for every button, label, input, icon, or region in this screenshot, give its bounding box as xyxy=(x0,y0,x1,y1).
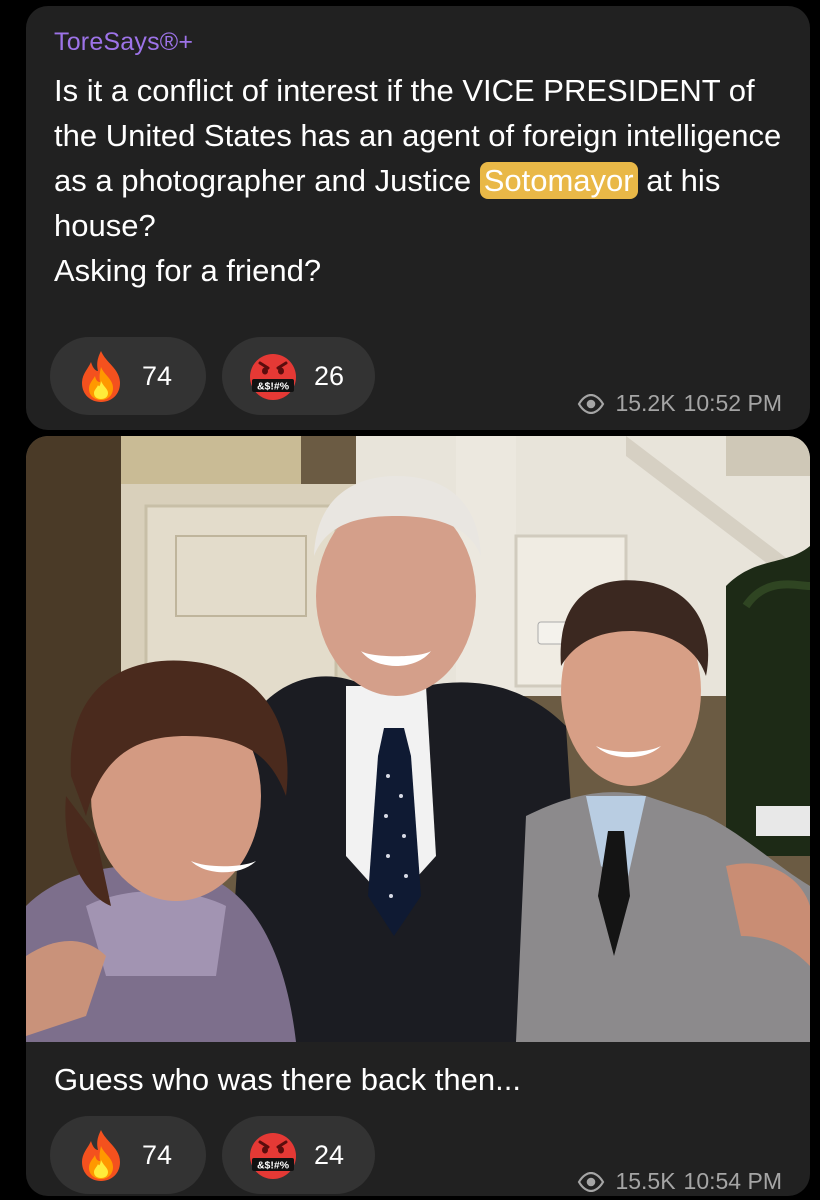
reaction-cursing-face[interactable]: 24 xyxy=(222,1116,375,1194)
fire-icon xyxy=(76,1128,126,1182)
eye-icon xyxy=(577,1172,605,1192)
reaction-count: 74 xyxy=(142,1139,173,1170)
reaction-fire[interactable]: 74 xyxy=(50,337,206,415)
photo-image xyxy=(26,436,810,1042)
reaction-count: 24 xyxy=(314,1139,345,1170)
reaction-cursing-face[interactable]: 26 xyxy=(222,337,375,415)
view-count: 15.2K xyxy=(615,390,676,416)
cursing-face-icon xyxy=(248,1128,298,1182)
channel-author-name[interactable]: ToreSays®+ xyxy=(54,28,193,57)
photo-caption: Guess who was there back then... xyxy=(54,1062,521,1097)
message-photo[interactable] xyxy=(26,436,810,1042)
reaction-count: 74 xyxy=(142,360,173,391)
cursing-face-icon xyxy=(248,349,298,403)
reaction-count: 26 xyxy=(314,360,345,391)
message-text-part-3: Asking for a friend? xyxy=(54,253,322,288)
message-time: 10:54 PM xyxy=(683,1168,782,1194)
view-count: 15.5K xyxy=(615,1168,676,1194)
message-text: Is it a conflict of interest if the VICE… xyxy=(54,68,794,293)
eye-icon xyxy=(577,394,605,414)
message-meta: 15.2K 10:52 PM xyxy=(577,390,782,417)
message-meta: 15.5K 10:54 PM xyxy=(577,1168,782,1195)
highlighted-word[interactable]: Sotomayor xyxy=(479,162,638,199)
fire-icon xyxy=(76,349,126,403)
reaction-fire[interactable]: 74 xyxy=(50,1116,206,1194)
message-time: 10:52 PM xyxy=(683,390,782,416)
message-bubble-2[interactable]: Guess who was there back then... 74 24 1… xyxy=(26,436,810,1196)
message-bubble-1[interactable]: ToreSays®+ Is it a conflict of interest … xyxy=(26,6,810,430)
